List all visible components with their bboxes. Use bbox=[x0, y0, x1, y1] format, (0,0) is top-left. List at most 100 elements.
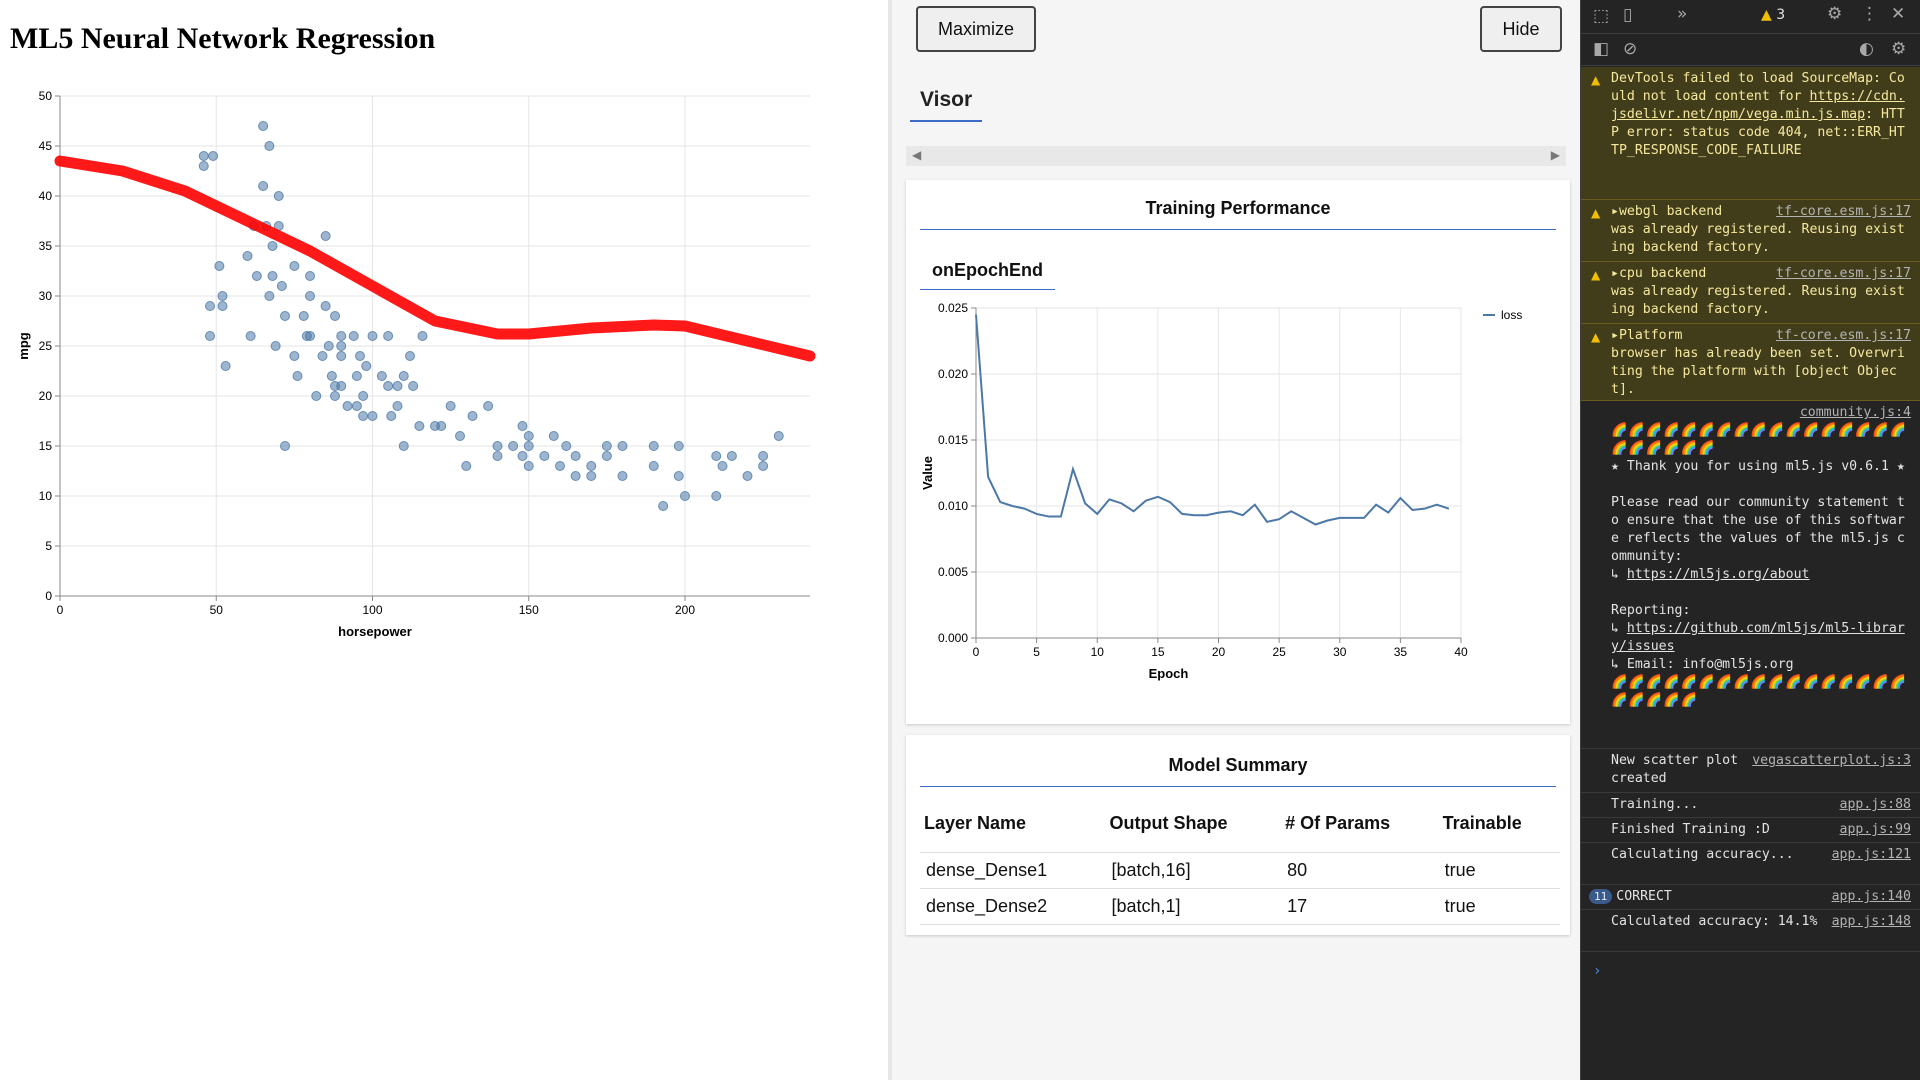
console-log: app.js:99 Finished Training :D bbox=[1581, 818, 1920, 843]
live-expression-icon[interactable]: ◐ bbox=[1859, 39, 1874, 59]
about-link[interactable]: https://ml5js.org/about bbox=[1627, 567, 1810, 582]
data-point bbox=[414, 421, 425, 431]
warning-count: 3 bbox=[1776, 7, 1786, 23]
data-point bbox=[270, 341, 281, 351]
console-prompt-icon[interactable]: › bbox=[1593, 963, 1601, 979]
x-tick-label: 35 bbox=[1394, 645, 1408, 659]
table-row: dense_Dense1 [batch,16] 80 true bbox=[920, 852, 1560, 889]
data-point bbox=[305, 271, 315, 281]
tab-scrollbar[interactable]: ◀ ▶ bbox=[906, 146, 1566, 166]
data-point bbox=[773, 431, 784, 441]
data-point bbox=[198, 161, 209, 171]
main-page: ML5 Neural Network Regression 0 50 100 150 2… bbox=[0, 0, 888, 1080]
console-toolbar: ◧ ⊘ top ▼ ◐ ⚙ bbox=[1581, 34, 1920, 93]
data-point bbox=[711, 451, 722, 461]
message-text: ★ Thank you for using ml5.js v0.6.1 ★ bbox=[1611, 459, 1905, 474]
data-point bbox=[383, 331, 394, 341]
message-text: CORRECT bbox=[1616, 889, 1672, 904]
message-text: Calculating accuracy... bbox=[1611, 847, 1794, 862]
data-point bbox=[367, 411, 378, 421]
data-point bbox=[742, 471, 753, 481]
scroll-right-icon[interactable]: ▶ bbox=[1551, 148, 1560, 162]
data-point bbox=[267, 241, 278, 251]
console-settings-icon[interactable]: ⚙ bbox=[1891, 39, 1906, 59]
source-link[interactable]: app.js:148 bbox=[1832, 913, 1911, 931]
message-text: Email: info@ml5js.org bbox=[1626, 657, 1794, 672]
column-header: # Of Params bbox=[1285, 813, 1391, 833]
data-point bbox=[601, 451, 612, 461]
table-cell: 80 bbox=[1281, 852, 1439, 889]
y-tick-label: 0.020 bbox=[938, 367, 968, 381]
model-summary-table: Layer Name Output Shape # Of Params Trai… bbox=[920, 807, 1560, 925]
source-link[interactable]: tf-core.esm.js:17 bbox=[1776, 203, 1911, 221]
kebab-menu-icon[interactable]: ⋮ bbox=[1861, 4, 1878, 24]
data-point bbox=[317, 351, 328, 361]
hide-button[interactable]: Hide bbox=[1480, 6, 1562, 52]
data-point bbox=[358, 391, 369, 401]
data-point bbox=[358, 411, 369, 421]
data-point bbox=[361, 361, 372, 371]
source-link[interactable]: tf-core.esm.js:17 bbox=[1776, 265, 1911, 283]
inspect-element-icon[interactable]: ⬚ bbox=[1593, 6, 1609, 26]
y-tick-label: 15 bbox=[39, 439, 53, 453]
data-point bbox=[492, 451, 503, 461]
y-tick-label: 0.005 bbox=[938, 565, 968, 579]
settings-gear-icon[interactable]: ⚙ bbox=[1827, 4, 1842, 24]
issues-link[interactable]: https://github.com/ml5js/ml5-library/iss… bbox=[1611, 621, 1905, 654]
data-point bbox=[305, 331, 315, 341]
data-point bbox=[264, 141, 275, 151]
message-text: was already registered. Reusing existing… bbox=[1611, 284, 1905, 317]
source-link[interactable]: app.js:99 bbox=[1840, 821, 1911, 839]
device-toolbar-icon[interactable]: ▯ bbox=[1623, 5, 1632, 25]
console-messages: ▲ DevTools failed to load SourceMap: Coul… bbox=[1581, 67, 1920, 952]
source-link[interactable]: vegascatterplot.js:3 bbox=[1752, 752, 1911, 770]
message-text: Training... bbox=[1611, 797, 1699, 812]
data-point bbox=[320, 231, 331, 241]
source-link[interactable]: app.js:140 bbox=[1832, 888, 1911, 906]
data-point bbox=[726, 451, 737, 461]
data-point bbox=[351, 371, 362, 381]
x-tick-label: 20 bbox=[1212, 645, 1226, 659]
x-tick-label: 0 bbox=[57, 603, 64, 617]
data-point bbox=[355, 351, 365, 361]
tfvis-visor: Maximize Hide Visor ◀ ▶ Training Perform… bbox=[888, 0, 1580, 1080]
data-point bbox=[217, 301, 228, 311]
y-tick-label: 35 bbox=[39, 239, 53, 253]
maximize-button[interactable]: Maximize bbox=[916, 6, 1036, 52]
data-point bbox=[517, 451, 528, 461]
x-tick-label: 10 bbox=[1091, 645, 1105, 659]
warning-counter[interactable]: ▲ 3 bbox=[1761, 7, 1785, 23]
x-tick-label: 15 bbox=[1151, 645, 1165, 659]
subtab-onepochend[interactable]: onEpochEnd bbox=[920, 260, 1055, 290]
data-point bbox=[251, 271, 262, 281]
table-cell: true bbox=[1438, 888, 1560, 925]
close-icon[interactable]: ✕ bbox=[1891, 4, 1905, 24]
source-link[interactable]: tf-core.esm.js:17 bbox=[1776, 327, 1911, 345]
devtools-panel: ⬚ ▯ » ▲ 3 ⚙ ⋮ ✕ ◧ ⊘ top ▼ ◐ ⚙ ▲DevTools … bbox=[1580, 0, 1920, 1080]
clear-console-icon[interactable]: ⊘ bbox=[1623, 39, 1637, 59]
y-tick-label: 10 bbox=[39, 489, 53, 503]
data-point bbox=[617, 441, 628, 451]
rainbow-emoji-line: 🌈🌈🌈🌈🌈🌈🌈🌈🌈🌈🌈🌈🌈🌈🌈🌈🌈🌈🌈🌈🌈🌈 bbox=[1611, 675, 1908, 708]
more-tabs-icon[interactable]: » bbox=[1677, 4, 1687, 24]
console-log: vegascatterplot.js:3 New scatter plot cre… bbox=[1581, 749, 1920, 793]
data-point bbox=[280, 441, 290, 451]
y-tick-label: 0.015 bbox=[938, 433, 968, 447]
source-link[interactable]: app.js:121 bbox=[1832, 846, 1911, 864]
x-tick-label: 25 bbox=[1272, 645, 1286, 659]
table-row: dense_Dense2 [batch,1] 17 true bbox=[920, 888, 1560, 925]
loss-line bbox=[975, 314, 1450, 526]
source-link[interactable]: community.js:4 bbox=[1800, 404, 1911, 422]
source-link[interactable]: app.js:88 bbox=[1840, 796, 1911, 814]
console-log: app.js:88 Training... bbox=[1581, 793, 1920, 818]
scroll-left-icon[interactable]: ◀ bbox=[912, 148, 921, 162]
data-point bbox=[455, 431, 465, 441]
data-point bbox=[648, 461, 659, 471]
sidebar-toggle-icon[interactable]: ◧ bbox=[1593, 39, 1609, 59]
legend-label: loss bbox=[1501, 308, 1522, 322]
visor-tab[interactable]: Visor bbox=[910, 88, 983, 122]
data-point bbox=[289, 261, 300, 271]
table-cell: [batch,1] bbox=[1105, 888, 1282, 925]
data-point bbox=[214, 261, 225, 271]
warning-icon: ▲ bbox=[1591, 268, 1601, 282]
